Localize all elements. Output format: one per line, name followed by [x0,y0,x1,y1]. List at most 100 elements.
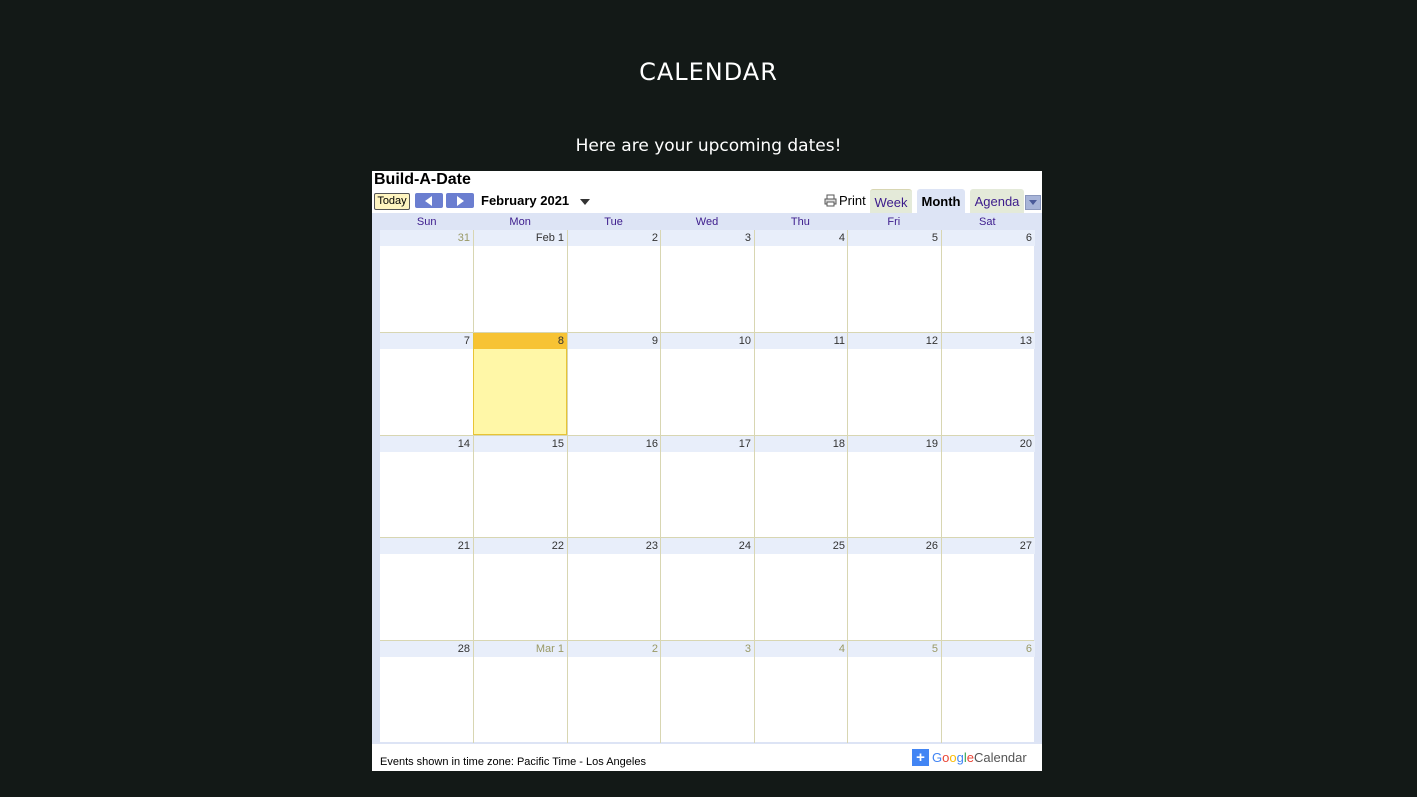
week-row: 14 15 16 17 18 19 20 [380,435,1035,539]
chevron-down-icon [1029,200,1037,205]
day-number: 27 [942,538,1035,554]
day-number: 7 [380,333,473,349]
day-cell[interactable]: 15 [473,436,567,538]
plus-icon: + [912,749,929,766]
month-dropdown-icon[interactable] [580,199,590,205]
day-cell[interactable]: 20 [941,436,1035,538]
prev-month-button[interactable] [415,193,443,208]
chevron-left-icon [425,196,432,206]
printer-icon[interactable] [824,194,837,207]
day-cell[interactable]: 6 [941,230,1035,332]
day-number: 18 [755,436,848,452]
day-number: 3 [661,230,754,246]
print-button[interactable]: Print [839,193,866,208]
day-cell[interactable]: 10 [660,333,754,435]
day-cell[interactable]: 13 [941,333,1035,435]
day-cell[interactable]: Feb 1 [473,230,567,332]
day-cell[interactable]: 24 [660,538,754,640]
weekday-label: Sat [978,216,996,228]
day-cell[interactable]: 19 [847,436,941,538]
day-number: 17 [661,436,754,452]
day-cell[interactable]: 4 [754,230,848,332]
day-number: 22 [474,538,567,554]
tab-agenda[interactable]: Agenda [970,189,1024,213]
day-cell[interactable]: 28 [380,641,473,743]
day-cell[interactable]: 26 [847,538,941,640]
day-number: 28 [380,641,473,657]
view-options-button[interactable] [1025,195,1041,210]
day-cell[interactable]: 2 [567,641,661,743]
day-number: 6 [942,230,1035,246]
day-cell-today[interactable]: 8 [473,333,567,435]
day-cell[interactable]: 5 [847,641,941,743]
day-cell[interactable]: 7 [380,333,473,435]
google-calendar-logo: GoogleCalendar [932,750,1027,765]
day-number: 31 [380,230,473,246]
day-number: Feb 1 [474,230,567,246]
day-cell[interactable]: 3 [660,641,754,743]
embedded-calendar: Build-A-Date Today February 2021 Print W… [372,171,1042,771]
week-row: 28 Mar 123456 [380,640,1035,744]
day-number: 5 [848,230,941,246]
day-number: 12 [848,333,941,349]
day-cell[interactable]: 17 [660,436,754,538]
day-cell[interactable]: 6 [941,641,1035,743]
day-cell[interactable]: 21 [380,538,473,640]
week-row: 31 Feb 123456 [380,230,1035,333]
day-number: 24 [661,538,754,554]
weekday-label: Sun [416,216,437,228]
current-month-label[interactable]: February 2021 [481,193,569,208]
day-cell[interactable]: 23 [567,538,661,640]
today-button[interactable]: Today [374,193,410,210]
weekday-label: Tue [604,216,623,228]
weekday-label: Thu [790,216,810,228]
day-number: 10 [661,333,754,349]
tab-month[interactable]: Month [917,189,965,213]
day-number: 11 [755,333,848,349]
day-number: 21 [380,538,473,554]
day-number: 5 [848,641,941,657]
day-cell[interactable]: 2 [567,230,661,332]
day-cell[interactable]: 22 [473,538,567,640]
week-row: 21 22 23 24 25 26 27 [380,537,1035,641]
week-row: 7 8 9 10 11 12 13 [380,332,1035,436]
day-cell[interactable]: 31 [380,230,473,332]
day-number: 25 [755,538,848,554]
day-number: 23 [568,538,661,554]
day-cell[interactable]: 9 [567,333,661,435]
weekday-header: Sun Mon Tue Wed Thu Fri Sat [380,216,1034,230]
next-month-button[interactable] [446,193,474,208]
day-number: 8 [474,333,567,349]
day-number: 20 [942,436,1035,452]
day-cell[interactable]: 14 [380,436,473,538]
day-number: 3 [661,641,754,657]
day-cell[interactable]: 3 [660,230,754,332]
day-number: 19 [848,436,941,452]
day-number: 15 [474,436,567,452]
day-number: 4 [755,230,848,246]
day-cell[interactable]: 11 [754,333,848,435]
day-cell[interactable]: 27 [941,538,1035,640]
day-cell[interactable]: 25 [754,538,848,640]
page-subtitle: Here are your upcoming dates! [575,136,842,156]
day-number: 14 [380,436,473,452]
day-cell[interactable]: 5 [847,230,941,332]
calendar-title: Build-A-Date [374,171,471,188]
day-cell[interactable]: 18 [754,436,848,538]
day-number: Mar 1 [474,641,567,657]
day-number: 9 [568,333,661,349]
weeks-container: 31 Feb 1 2 3 4 5 6 7 8 9 10 11 12 13 14 15 16 17 18 19 20 21 2… [380,230,1035,744]
day-cell[interactable]: 16 [567,436,661,538]
day-number: 4 [755,641,848,657]
day-cell[interactable]: 12 [847,333,941,435]
day-cell[interactable]: 4 [754,641,848,743]
month-grid: Sun Mon Tue Wed Thu Fri Sat 31 Feb 123456… [372,213,1042,744]
day-number: 6 [942,641,1035,657]
chevron-right-icon [457,196,464,206]
day-cell[interactable]: Mar 1 [473,641,567,743]
google-calendar-badge[interactable]: + GoogleCalendar [911,748,1035,767]
weekday-label: Wed [695,216,719,228]
day-number: 16 [568,436,661,452]
day-number: 13 [942,333,1035,349]
weekday-label: Mon [509,216,531,228]
